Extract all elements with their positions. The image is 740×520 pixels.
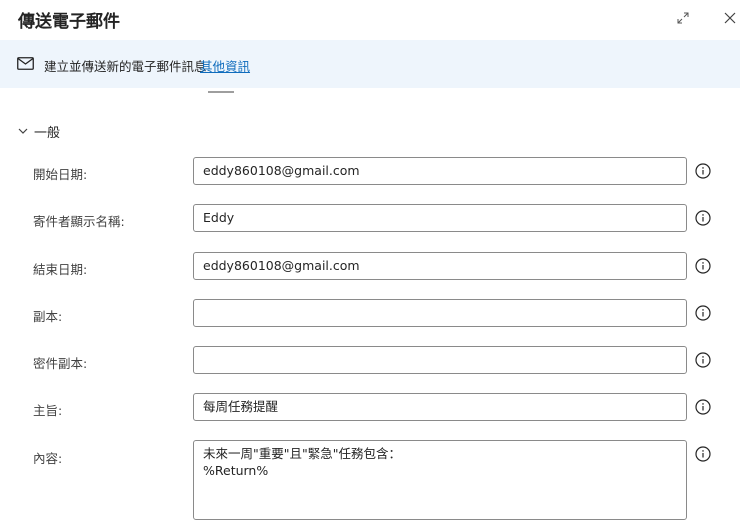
field-label-body: 內容: xyxy=(33,451,63,466)
info-icon[interactable] xyxy=(695,305,711,321)
field-label-subject: 主旨: xyxy=(33,403,63,418)
section-general-toggle[interactable]: 一般 xyxy=(18,122,61,141)
cc-input[interactable] xyxy=(193,299,687,327)
more-info-link[interactable]: 其他資訊 xyxy=(200,56,250,75)
info-icon[interactable] xyxy=(695,163,711,179)
expand-button[interactable] xyxy=(672,7,694,29)
section-general-label: 一般 xyxy=(34,125,61,141)
body-textarea[interactable]: 未來一周"重要"且"緊急"任務包含： %Return% xyxy=(193,440,687,520)
close-icon xyxy=(724,12,736,24)
dialog-title: 傳送電子郵件 xyxy=(18,12,120,32)
field-label-start-date: 開始日期: xyxy=(33,167,88,182)
sender-display-name-input[interactable]: Eddy xyxy=(193,204,687,232)
info-icon[interactable] xyxy=(695,258,711,274)
bcc-input[interactable] xyxy=(193,346,687,374)
info-icon[interactable] xyxy=(695,399,711,415)
field-label-cc: 副本: xyxy=(33,309,63,324)
field-label-bcc: 密件副本: xyxy=(33,356,88,371)
end-date-input[interactable]: eddy860108@gmail.com xyxy=(193,252,687,280)
field-label-sender-display-name: 寄件者顯示名稱: xyxy=(33,214,125,229)
expand-icon xyxy=(677,12,689,24)
tab-indicator xyxy=(208,91,234,93)
mail-icon xyxy=(17,57,34,70)
info-banner: 建立並傳送新的電子郵件訊息 其他資訊 xyxy=(0,40,740,88)
info-icon[interactable] xyxy=(695,210,711,226)
info-icon[interactable] xyxy=(695,446,711,462)
close-button[interactable] xyxy=(719,7,740,29)
start-date-input[interactable]: eddy860108@gmail.com xyxy=(193,157,687,185)
field-label-end-date: 結束日期: xyxy=(33,262,88,277)
banner-text: 建立並傳送新的電子郵件訊息 xyxy=(44,59,207,74)
title-bar: 傳送電子郵件 xyxy=(0,0,740,38)
subject-input[interactable]: 每周任務提醒 xyxy=(193,393,687,421)
chevron-down-icon xyxy=(18,128,28,134)
info-icon[interactable] xyxy=(695,352,711,368)
